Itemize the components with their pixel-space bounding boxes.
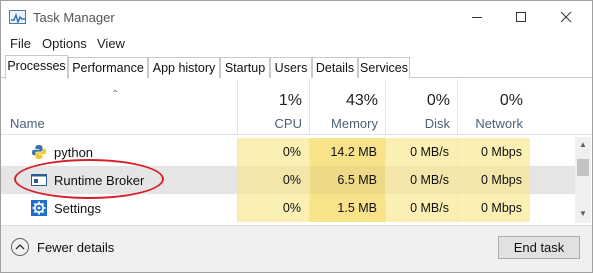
process-memory: 14.2 MB (309, 138, 385, 166)
close-button[interactable] (543, 1, 589, 33)
process-name: python (54, 145, 94, 160)
menu-file[interactable]: File (10, 36, 31, 51)
maximize-icon (516, 12, 526, 22)
scrollbar-thumb[interactable] (577, 159, 589, 176)
task-manager-app-icon (9, 10, 26, 24)
vertical-scrollbar[interactable]: ▲ ▼ (575, 137, 591, 223)
cpu-label: CPU (274, 116, 302, 131)
process-list: python 0% 14.2 MB 0 MB/s 0 Mbps Runtime … (1, 137, 575, 223)
chevron-up-circle-icon[interactable] (11, 238, 29, 256)
process-cpu: 0% (237, 194, 309, 222)
maximize-button[interactable] (498, 1, 544, 33)
process-memory: 6.5 MB (309, 166, 385, 194)
tab-services[interactable]: Services (358, 57, 410, 78)
column-network[interactable]: 0% Network (457, 79, 530, 135)
settings-gear-icon (31, 200, 47, 216)
end-task-button[interactable]: End task (498, 236, 580, 259)
column-memory[interactable]: 43% Memory (309, 79, 385, 135)
process-network: 0 Mbps (457, 166, 530, 194)
scroll-up-arrow-icon[interactable]: ▲ (579, 140, 587, 149)
process-row-settings[interactable]: Settings 0% 1.5 MB 0 MB/s 0 Mbps (1, 194, 575, 222)
disk-total-percent: 0% (426, 92, 450, 109)
menu-view[interactable]: View (97, 36, 125, 51)
process-network: 0 Mbps (457, 138, 530, 166)
scroll-down-arrow-icon[interactable]: ▼ (579, 209, 587, 218)
minimize-icon (472, 17, 482, 18)
tab-details[interactable]: Details (312, 57, 358, 78)
memory-total-percent: 43% (345, 92, 378, 109)
fewer-details-link[interactable]: Fewer details (37, 240, 114, 255)
tab-performance[interactable]: Performance (68, 57, 148, 78)
process-disk: 0 MB/s (385, 166, 457, 194)
network-total-percent: 0% (499, 92, 523, 109)
tab-processes[interactable]: Processes (5, 55, 68, 79)
minimize-button[interactable] (454, 1, 500, 33)
network-label: Network (475, 116, 523, 131)
task-manager-window: Task Manager File Options View Processes… (0, 0, 593, 273)
process-row-python[interactable]: python 0% 14.2 MB 0 MB/s 0 Mbps (1, 138, 575, 166)
python-icon (31, 144, 47, 160)
disk-label: Disk (424, 116, 450, 131)
process-name: Settings (54, 201, 101, 216)
process-row-runtime-broker[interactable]: Runtime Broker 0% 6.5 MB 0 MB/s 0 Mbps (1, 166, 575, 194)
title-bar[interactable]: Task Manager (1, 1, 592, 33)
memory-label: Memory (331, 116, 378, 131)
column-cpu[interactable]: 1% CPU (237, 79, 309, 135)
menu-bar: File Options View (1, 34, 592, 54)
process-disk: 0 MB/s (385, 194, 457, 222)
process-cpu: 0% (237, 166, 309, 194)
column-header: ⌃ Name 1% CPU 43% Memory 0% Disk 0% Netw… (1, 79, 592, 135)
footer-bar: Fewer details End task (1, 225, 592, 272)
process-name: Runtime Broker (54, 173, 145, 188)
tab-users[interactable]: Users (270, 57, 312, 78)
runtime-broker-icon (31, 172, 47, 188)
tab-startup[interactable]: Startup (220, 57, 270, 78)
process-disk: 0 MB/s (385, 138, 457, 166)
tab-app-history[interactable]: App history (148, 57, 220, 78)
process-network: 0 Mbps (457, 194, 530, 222)
menu-options[interactable]: Options (42, 36, 87, 51)
column-disk[interactable]: 0% Disk (385, 79, 457, 135)
process-cpu: 0% (237, 138, 309, 166)
cpu-total-percent: 1% (278, 92, 302, 109)
sort-ascending-icon[interactable]: ⌃ (111, 89, 119, 100)
window-title: Task Manager (33, 10, 115, 25)
process-memory: 1.5 MB (309, 194, 385, 222)
close-icon (560, 11, 572, 23)
column-name[interactable]: Name (10, 116, 45, 131)
tab-strip: Processes Performance App history Startu… (1, 55, 592, 79)
